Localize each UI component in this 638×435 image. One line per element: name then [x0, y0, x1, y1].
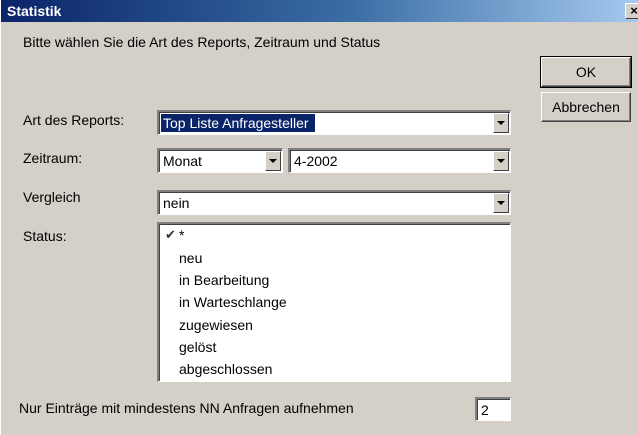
period-date-select[interactable]: 4-2002 — [288, 148, 511, 173]
comparison-dropdown-arrow-icon[interactable] — [493, 193, 509, 213]
status-item-zugewiesen[interactable]: zugewiesen — [179, 315, 253, 335]
report-type-dropdown-arrow-icon[interactable] — [493, 113, 509, 133]
min-entries-value: 2 — [481, 402, 489, 418]
window-title: Statistik — [7, 3, 62, 19]
checkmark-icon: ✔ — [165, 227, 176, 242]
close-icon: × — [630, 3, 638, 18]
status-item-neu[interactable]: neu — [179, 248, 202, 268]
period-unit-value: Monat — [163, 153, 202, 169]
status-list[interactable]: * ✔ neu in Bearbeitung in Warteschlange … — [157, 222, 511, 382]
report-type-label: Art des Reports: — [23, 112, 125, 128]
cancel-button[interactable]: Abbrechen — [541, 92, 631, 122]
status-item-abgeschlossen[interactable]: abgeschlossen — [179, 359, 272, 379]
period-label: Zeitraum: — [23, 150, 83, 166]
comparison-value: nein — [163, 195, 190, 211]
min-entries-input[interactable]: 2 — [475, 397, 511, 421]
period-date-dropdown-arrow-icon[interactable] — [493, 151, 509, 171]
comparison-select[interactable]: nein — [157, 190, 511, 215]
title-bar[interactable]: Statistik × — [1, 0, 638, 22]
status-label: Status: — [23, 228, 67, 244]
statistik-dialog: Statistik × Bitte wählen Sie die Art des… — [0, 0, 638, 435]
min-entries-label: Nur Einträge mit mindestens NN Anfragen … — [19, 400, 354, 416]
instruction-text: Bitte wählen Sie die Art des Reports, Ze… — [23, 34, 381, 50]
comparison-label: Vergleich — [23, 189, 81, 205]
period-unit-dropdown-arrow-icon[interactable] — [265, 151, 281, 171]
cancel-button-label: Abbrechen — [552, 99, 620, 115]
status-item-geloest[interactable]: gelöst — [179, 337, 216, 357]
close-button[interactable]: × — [625, 3, 638, 19]
status-item-in-bearbeitung[interactable]: in Bearbeitung — [179, 270, 269, 290]
status-item-in-warteschlange[interactable]: in Warteschlange — [179, 292, 287, 312]
ok-button[interactable]: OK — [540, 56, 632, 88]
status-item-all[interactable]: * — [179, 225, 184, 245]
period-date-value: 4-2002 — [294, 153, 338, 169]
period-unit-select[interactable]: Monat — [157, 148, 283, 173]
ok-button-label: OK — [575, 64, 597, 80]
report-type-value: Top Liste Anfragesteller — [161, 114, 315, 132]
report-type-select[interactable]: Top Liste Anfragesteller — [157, 110, 511, 135]
